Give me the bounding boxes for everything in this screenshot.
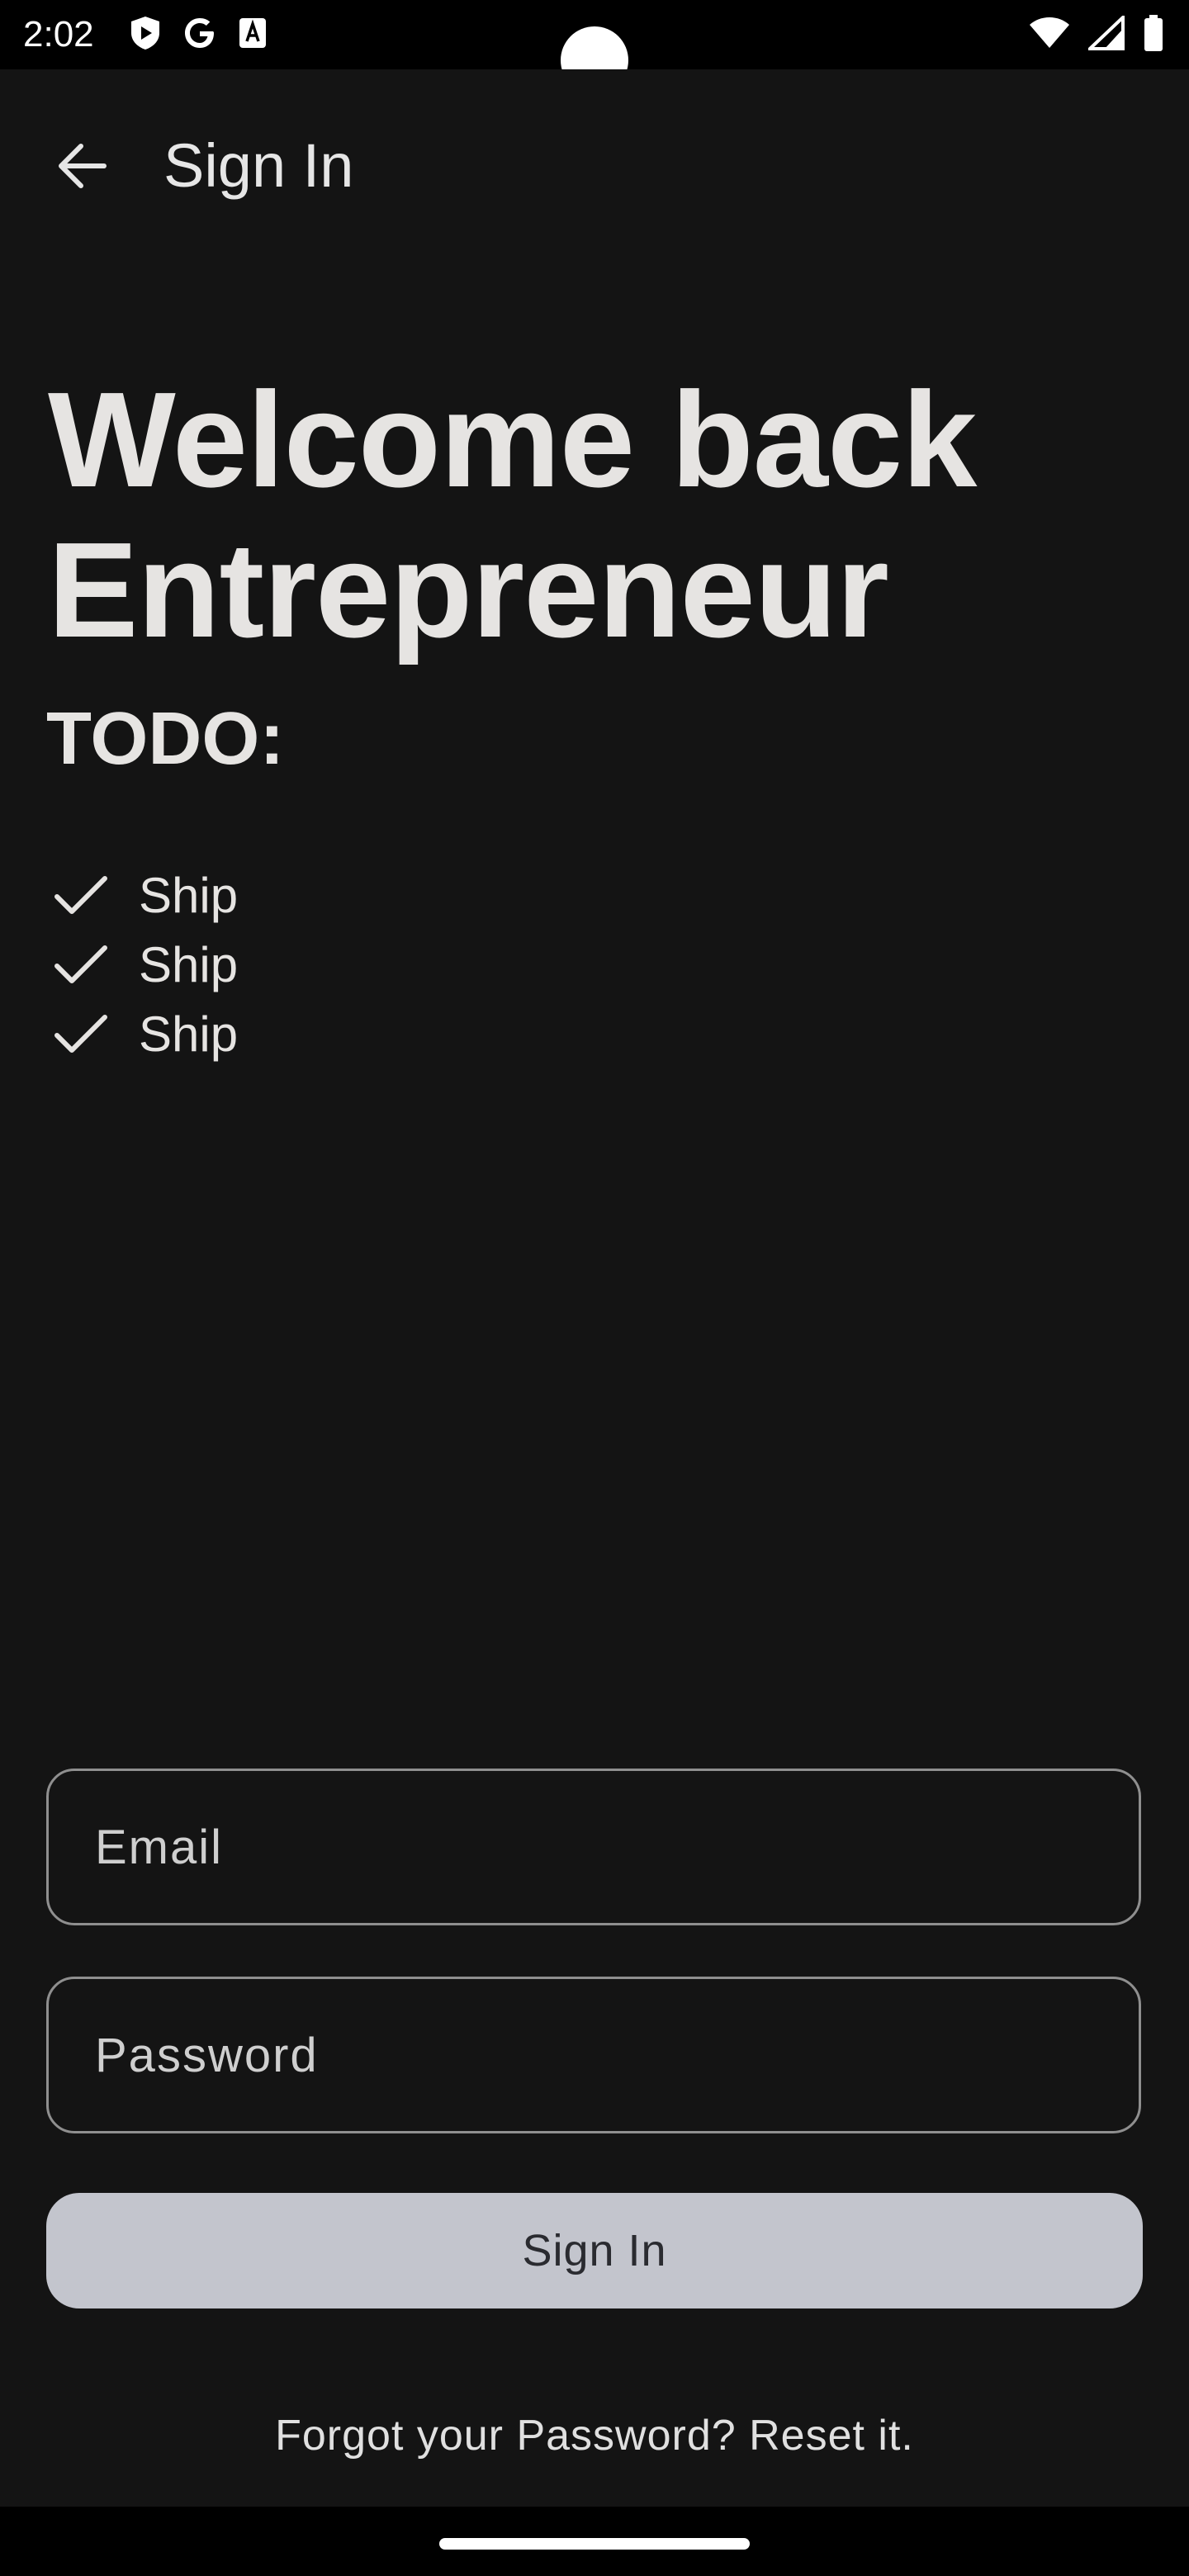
check-icon [50,864,112,926]
arrow-left-icon [56,143,107,193]
status-left-icons [129,15,268,51]
cellular-signal-icon [1085,13,1125,54]
email-field[interactable] [49,1771,1139,1923]
todo-item: Ship [50,930,238,999]
app-bar: Sign In [0,69,1189,256]
page-title: Sign In [163,131,354,200]
status-right-icons [1029,13,1164,55]
sign-in-button[interactable]: Sign In [46,2193,1143,2308]
wifi-icon [1029,17,1070,54]
forgot-password-link[interactable]: Forgot your Password? Reset it. [0,2403,1189,2469]
todo-item: Ship [50,860,238,930]
todo-list: Ship Ship Ship [50,860,238,1068]
status-time: 2:02 [23,14,94,54]
home-indicator[interactable] [439,2538,750,2550]
sign-in-screen: Sign In Welcome back Entrepreneur TODO: … [0,69,1189,2507]
password-field[interactable] [49,1979,1139,2131]
back-button[interactable] [45,130,119,205]
password-field-container [46,1977,1141,2133]
headline-line-2: Entrepreneur [48,514,889,665]
email-field-container [46,1769,1141,1925]
battery-icon [1143,15,1164,55]
google-icon [182,15,218,51]
check-icon [50,933,112,996]
welcome-headline: Welcome back Entrepreneur [48,364,977,665]
todo-item-label: Ship [139,867,239,923]
navigation-bar [0,2507,1189,2576]
todo-item: Ship [50,999,238,1068]
todo-title: TODO: [46,698,285,780]
todo-item-label: Ship [139,1006,239,1062]
check-icon [50,1002,112,1065]
headline-line-1: Welcome back [48,364,977,515]
todo-item-label: Ship [139,936,239,992]
keyboard-a-icon [238,17,268,50]
shield-play-icon [129,15,162,51]
